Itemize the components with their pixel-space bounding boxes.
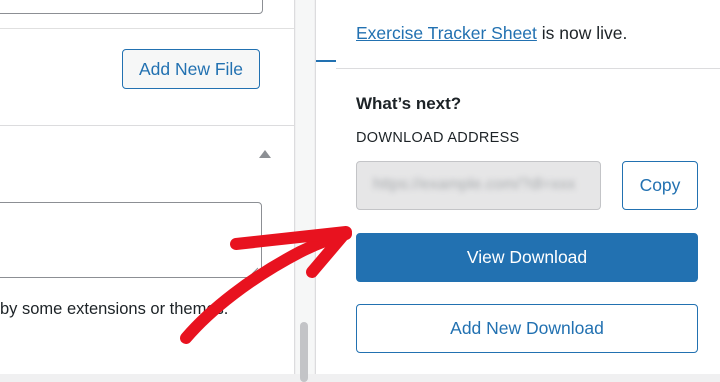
download-address-value: https://example.com/?dl=xxx [373, 176, 576, 193]
divider [0, 28, 294, 29]
divider [336, 68, 720, 69]
add-new-download-button[interactable]: Add New Download [356, 304, 698, 353]
publish-panel: Exercise Tracker Sheet is now live. What… [315, 0, 720, 374]
editor-column: Add New File by some extensions or theme… [0, 0, 295, 374]
live-notice: Exercise Tracker Sheet is now live. [356, 23, 627, 44]
view-download-button[interactable]: View Download [356, 233, 698, 282]
add-new-file-button[interactable]: Add New File [122, 49, 260, 89]
divider [0, 125, 294, 126]
live-notice-suffix: is now live. [536, 23, 628, 43]
active-tab-indicator [316, 60, 336, 62]
download-address-field[interactable]: https://example.com/?dl=xxx [356, 161, 601, 210]
copy-button[interactable]: Copy [622, 161, 698, 210]
triangle-up-icon[interactable] [259, 150, 271, 158]
notes-textarea[interactable] [0, 202, 262, 278]
text-field[interactable] [0, 0, 263, 14]
scrollbar-thumb[interactable] [300, 322, 308, 382]
download-address-label: DOWNLOAD ADDRESS [356, 130, 520, 146]
download-title-link[interactable]: Exercise Tracker Sheet [356, 23, 537, 43]
help-text: by some extensions or themes. [0, 300, 229, 318]
resize-handle-icon[interactable] [251, 267, 259, 275]
scrollbar-track[interactable] [296, 0, 314, 374]
whats-next-heading: What’s next? [356, 94, 462, 113]
